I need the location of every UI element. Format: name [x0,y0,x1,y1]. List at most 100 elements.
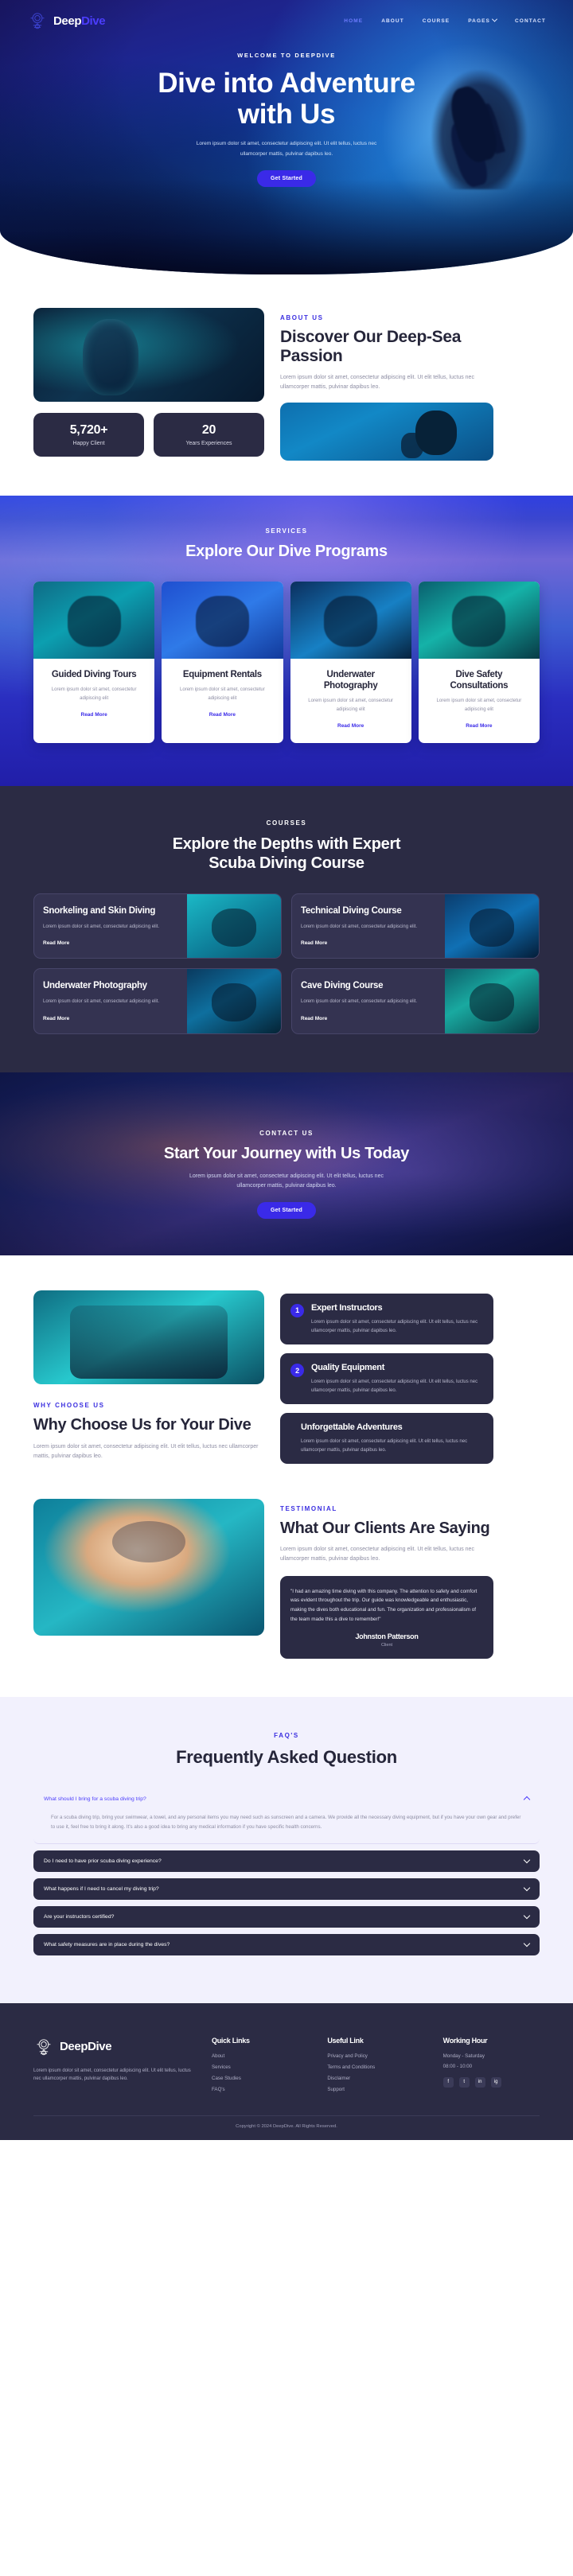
service-read-more-link[interactable]: Read More [209,712,236,718]
useful-link[interactable]: Terms and Conditions [327,2064,375,2070]
courses-row: Underwater Photography Lorem ipsum dolor… [33,968,540,1034]
feature-number: 1 [290,1303,304,1317]
hero-reef-silhouette [0,179,573,274]
list-item[interactable]: Support [327,2087,423,2092]
feature-text: Lorem ipsum dolor sit amet, consectetur … [311,1379,478,1393]
feature-item: 1 Expert Instructors Lorem ipsum dolor s… [280,1293,493,1345]
list-item[interactable]: Terms and Conditions [327,2064,423,2070]
faq-answer: For a scuba diving trip, bring your swim… [51,1815,521,1831]
course-card[interactable]: Technical Diving Course Lorem ipsum dolo… [291,893,540,959]
course-card-text: Lorem ipsum dolor sit amet, consectetur … [301,999,418,1005]
course-card-image [187,893,281,959]
quick-link[interactable]: Services [212,2064,231,2070]
useful-links-title: Useful Link [327,2036,364,2045]
course-read-more-link[interactable]: Read More [43,1016,69,1021]
about-title: Discover Our Deep-Sea Passion [280,328,462,365]
services-title: Explore Our Dive Programs [185,543,388,561]
linkedin-icon[interactable]: in [474,2076,485,2088]
why-features: 1 Expert Instructors Lorem ipsum dolor s… [280,1290,493,1465]
faq-item-header[interactable]: What safety measures are in place during… [33,1934,540,1955]
diver-helmet-icon [37,2039,51,2056]
service-card[interactable]: Underwater Photography Lorem ipsum dolor… [290,582,411,743]
useful-link[interactable]: Support [327,2087,345,2092]
course-card[interactable]: Cave Diving Course Lorem ipsum dolor sit… [291,968,540,1034]
chevron-down-icon[interactable] [523,1856,531,1864]
site-footer: DeepDive Lorem ipsum dolor sit amet, con… [0,2002,573,2140]
useful-link[interactable]: Privacy and Policy [327,2053,368,2059]
why-left: WHY CHOOSE US Why Choose Us for Your Div… [33,1290,264,1465]
course-card-image [445,893,539,959]
service-read-more-link[interactable]: Read More [81,712,107,718]
faq-item-header[interactable]: Do I need to have prior scuba diving exp… [33,1850,540,1872]
nav-item-about[interactable]: ABOUT [381,18,404,24]
list-item[interactable]: FAQ's [212,2087,308,2092]
course-card-title: Cave Diving Course [301,981,384,991]
service-card-title: Dive Safety Consultations [450,670,509,691]
course-read-more-link[interactable]: Read More [43,940,69,946]
nav-item-home[interactable]: HOME [344,18,363,24]
faq-item[interactable]: What should I bring for a scuba diving t… [33,1788,540,1844]
course-read-more-link[interactable]: Read More [301,940,327,946]
list-item[interactable]: Case Studies [212,2076,308,2081]
contact-cta-content: CONTACT US Start Your Journey with Us To… [0,1072,573,1220]
faq-item-header[interactable]: Are your instructors certified? [33,1906,540,1928]
faq-item[interactable]: What happens if I need to cancel my divi… [33,1878,540,1900]
service-card[interactable]: Dive Safety Consultations Lorem ipsum do… [418,582,540,743]
landing-page: DeepDive HOME ABOUT COURSE PAGES CONTACT… [0,0,573,2140]
faq-item-header[interactable]: What should I bring for a scuba diving t… [33,1788,540,1810]
course-read-more-link[interactable]: Read More [301,1016,327,1021]
faq-question: Do I need to have prior scuba diving exp… [44,1858,162,1864]
list-item[interactable]: Privacy and Policy [327,2053,423,2059]
chevron-down-icon[interactable] [523,1884,531,1892]
faq-item[interactable]: What safety measures are in place during… [33,1933,540,1955]
service-card[interactable]: Equipment Rentals Lorem ipsum dolor sit … [162,582,283,743]
contact-cta-section: CONTACT US Start Your Journey with Us To… [0,1072,573,1255]
list-item[interactable]: About [212,2053,308,2059]
footer-useful-links: Useful Link Privacy and Policy Terms and… [327,2037,423,2098]
brand-name: DeepDive [53,14,106,28]
cta-get-started-button[interactable]: Get Started [257,1202,316,1220]
list-item[interactable]: Disclaimer [327,2076,423,2081]
service-card[interactable]: Guided Diving Tours Lorem ipsum dolor si… [33,582,155,743]
chevron-up-icon[interactable] [523,1796,531,1804]
useful-link[interactable]: Disclaimer [327,2076,350,2081]
service-read-more-link[interactable]: Read More [466,723,492,729]
chevron-down-icon[interactable] [523,1940,531,1948]
footer-logo[interactable]: DeepDive [33,2037,193,2057]
quick-link[interactable]: FAQ's [212,2087,225,2092]
feature-number: 2 [290,1364,304,1378]
course-card[interactable]: Underwater Photography Lorem ipsum dolor… [33,968,282,1034]
courses-row: Snorkeling and Skin Diving Lorem ipsum d… [33,893,540,959]
why-title: Why Choose Us for Your Dive [33,1415,251,1434]
twitter-icon[interactable]: t [458,2076,470,2088]
testimonial-quote-text: "I had an amazing time diving with this … [290,1588,477,1622]
quick-link[interactable]: About [212,2053,224,2059]
faq-question: What should I bring for a scuba diving t… [44,1796,146,1802]
feature-title: Unforgettable Adventures [301,1422,403,1433]
chevron-down-icon[interactable] [523,1912,531,1920]
quick-link[interactable]: Case Studies [212,2076,241,2081]
instagram-icon[interactable]: ig [490,2076,501,2088]
nav-item-course[interactable]: COURSE [423,18,450,24]
list-item[interactable]: Services [212,2064,308,2070]
nav-item-contact[interactable]: CONTACT [515,18,546,24]
stat-label: Happy Client [72,441,105,446]
cta-eyebrow: CONTACT US [259,1129,314,1137]
site-logo[interactable]: DeepDive [27,10,106,31]
courses-section: COURSES Explore the Depths with Expert Sc… [0,785,573,1072]
faq-item[interactable]: Do I need to have prior scuba diving exp… [33,1850,540,1872]
faq-accordion: What should I bring for a scuba diving t… [33,1788,540,1955]
hero-get-started-button[interactable]: Get Started [257,170,316,188]
stat-number: 5,720+ [69,423,108,437]
course-card-title: Technical Diving Course [301,905,402,916]
services-eyebrow: SERVICES [265,527,308,535]
facebook-icon[interactable]: f [442,2076,454,2088]
diver-helmet-icon [30,13,45,29]
faq-item-header[interactable]: What happens if I need to cancel my divi… [33,1878,540,1900]
course-card[interactable]: Snorkeling and Skin Diving Lorem ipsum d… [33,893,282,959]
service-read-more-link[interactable]: Read More [337,723,364,729]
about-main-image [33,308,264,402]
why-eyebrow: WHY CHOOSE US [33,1401,105,1409]
nav-item-pages[interactable]: PAGES [468,16,498,24]
faq-item[interactable]: Are your instructors certified? [33,1905,540,1928]
